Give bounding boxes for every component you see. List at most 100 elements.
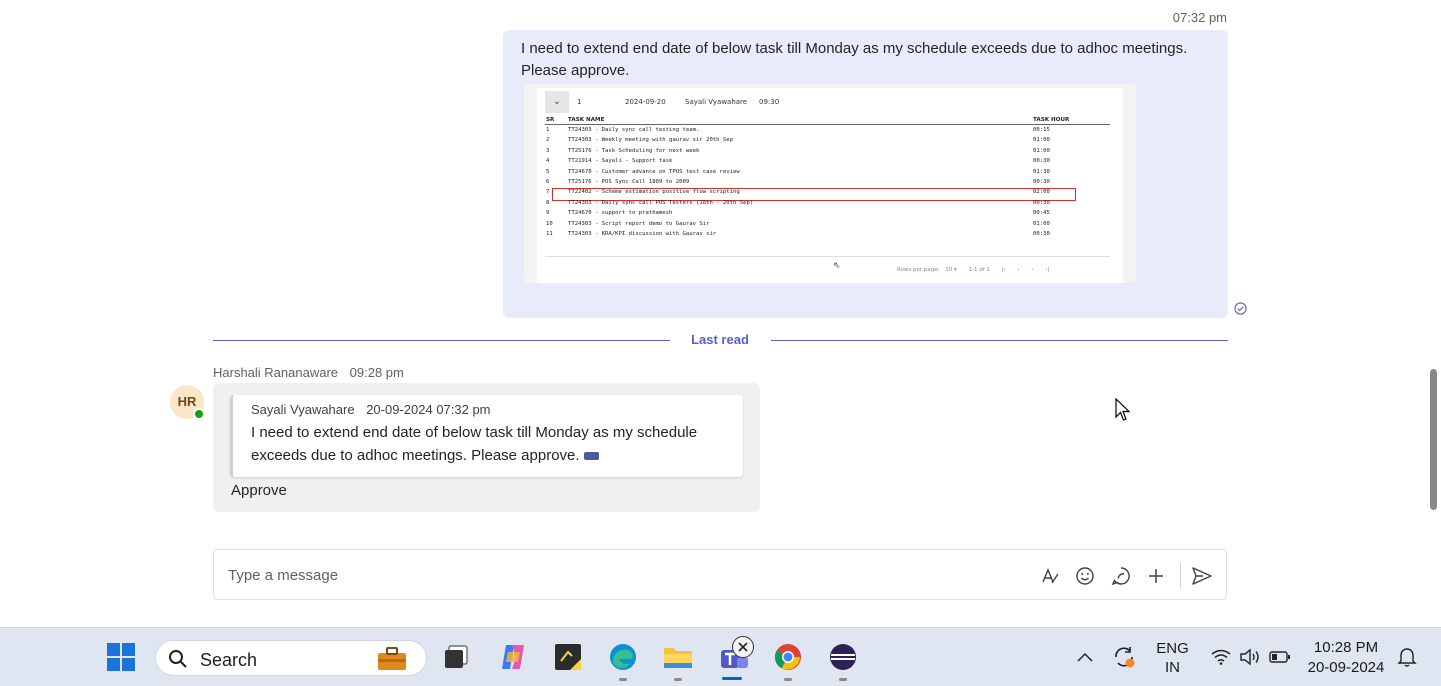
clock[interactable]: 10:28 PM 20-09-2024 bbox=[1306, 638, 1386, 678]
row-task: TT24303 - Daily sync call POS Testers (1… bbox=[568, 199, 754, 206]
row-sr: 6 bbox=[546, 178, 550, 185]
screenshot-header-hours: 09:30 bbox=[759, 98, 780, 106]
chrome-icon[interactable] bbox=[771, 640, 805, 674]
read-receipt-icon bbox=[1234, 302, 1247, 315]
row-hour: 01:00 bbox=[1033, 147, 1050, 154]
row-task: TT24670 - support to prathamesh bbox=[568, 210, 673, 217]
send-icon[interactable] bbox=[1190, 564, 1214, 588]
notification-bell-icon[interactable] bbox=[1390, 640, 1424, 674]
table-row-highlighted: 7 TT22402 - Scheme estimation positive fl… bbox=[545, 187, 1110, 202]
format-icon[interactable] bbox=[1038, 564, 1062, 588]
row-task: TT24303 - Weekly meeting with gaurav sir… bbox=[568, 137, 734, 144]
row-hour: 00:30 bbox=[1033, 158, 1050, 165]
task-table: SR TASK NAME TASK HOUR 1 TT24303 - Daily … bbox=[545, 117, 1110, 239]
row-sr: 1 bbox=[546, 127, 550, 133]
sync-icon[interactable] bbox=[1107, 640, 1141, 674]
emoji-icon[interactable] bbox=[1073, 564, 1097, 588]
composer-separator bbox=[1180, 563, 1181, 588]
last-read-line-right bbox=[771, 340, 1228, 341]
show-hidden-icons-chevron-up-icon[interactable] bbox=[1068, 640, 1102, 674]
row-task: TT24303 - Script report demo to Gaurav S… bbox=[568, 220, 710, 227]
row-task: TT24303 - Daily sync call testing team. bbox=[568, 127, 700, 133]
search-icon bbox=[169, 650, 187, 668]
row-hour: 01:00 bbox=[1033, 137, 1050, 144]
chat-scrollbar[interactable] bbox=[1430, 369, 1437, 510]
add-icon[interactable] bbox=[1144, 564, 1168, 588]
row-sr: 3 bbox=[546, 147, 550, 154]
taskbar-search-box[interactable]: Search bbox=[155, 640, 427, 676]
own-message-line-2: Please approve. bbox=[521, 62, 630, 79]
screenshot-cursor-icon: ⇖ bbox=[833, 260, 841, 270]
close-preview-icon[interactable] bbox=[732, 636, 754, 658]
row-task: TT22402 - Scheme estimation positive flo… bbox=[568, 189, 740, 196]
pagination-footer: Rows per page: 10 ▾ 1-1 of 1 |‹ ‹ › ›| bbox=[897, 267, 1107, 273]
taskbar: Search ENG IN 10:28 PM 20-09-2024 bbox=[0, 627, 1441, 686]
file-explorer-icon[interactable] bbox=[661, 640, 695, 674]
table-row: 1 TT24303 - Daily sync call testing team.… bbox=[545, 125, 1110, 135]
row-hour: 02:00 bbox=[1033, 189, 1050, 196]
reply-sender: Harshali Rananaware bbox=[213, 365, 339, 380]
reply-time: 09:28 pm bbox=[349, 365, 404, 380]
col-task-name: TASK NAME bbox=[568, 117, 605, 123]
row-task: TT25176 - POS Sync Call 1809 to 2009 bbox=[568, 178, 690, 185]
row-sr: 10 bbox=[546, 220, 553, 227]
row-task: TT21914 - Sayali - Support task bbox=[568, 158, 673, 165]
eclipse-icon[interactable] bbox=[826, 640, 860, 674]
quoted-message[interactable]: Sayali Vyawahare 20-09-2024 07:32 pm I n… bbox=[230, 395, 743, 477]
first-page-icon: |‹ bbox=[1001, 267, 1006, 273]
screenshot-header-name: Sayali Vyawahare bbox=[685, 98, 748, 106]
attached-screenshot[interactable]: ⌄ 1 2024-09-20 Sayali Vyawahare 09:30 SR… bbox=[524, 84, 1136, 283]
row-task: TT24303 - KRA/KPI discussion with Gaurav… bbox=[568, 230, 717, 237]
language-indicator[interactable]: ENG IN bbox=[1150, 639, 1195, 677]
battery-icon[interactable] bbox=[1263, 640, 1297, 674]
table-row: 10 TT24303 - Script report demo to Gaurav… bbox=[545, 219, 1110, 229]
screenshot-header-row: ⌄ 1 2024-09-20 Sayali Vyawahare 09:30 bbox=[545, 91, 1105, 113]
language-region: IN bbox=[1165, 659, 1180, 676]
chrome-running-indicator bbox=[784, 678, 792, 681]
rows-per-page-select: 10 ▾ bbox=[945, 267, 957, 273]
quoted-text: I need to extend end date of below task … bbox=[251, 424, 698, 464]
quoted-meta: Sayali Vyawahare 20-09-2024 07:32 pm bbox=[251, 402, 743, 417]
reply-text: Approve bbox=[231, 482, 287, 499]
row-sr: 9 bbox=[546, 210, 550, 217]
last-page-icon: ›| bbox=[1045, 267, 1050, 273]
clock-time: 10:28 PM bbox=[1313, 639, 1379, 656]
table-row: 6 TT25176 - POS Sync Call 1809 to 2009 00:… bbox=[545, 177, 1110, 187]
quoted-sender: Sayali Vyawahare bbox=[251, 402, 355, 417]
screenshot-divider bbox=[545, 256, 1110, 257]
row-task: TT25176 - Task Scheduling for next week bbox=[568, 147, 700, 154]
edge-icon[interactable] bbox=[606, 640, 640, 674]
screenshot-content: ⌄ 1 2024-09-20 Sayali Vyawahare 09:30 SR… bbox=[537, 88, 1123, 283]
volume-icon[interactable] bbox=[1233, 640, 1267, 674]
table-row: 9 TT24670 - support to prathamesh 00:45 bbox=[545, 208, 1110, 218]
task-view-icon[interactable] bbox=[439, 640, 473, 674]
teams-active-indicator bbox=[722, 677, 742, 680]
image-attachment-icon bbox=[583, 452, 599, 461]
quoted-text-wrap: I need to extend end date of below task … bbox=[251, 421, 731, 467]
loop-icon[interactable] bbox=[1109, 564, 1133, 588]
row-hour: 00:30 bbox=[1033, 199, 1050, 206]
row-hour: 00:30 bbox=[1033, 230, 1050, 237]
row-sr: 5 bbox=[546, 168, 550, 175]
explorer-running-indicator bbox=[674, 678, 682, 681]
mouse-pointer-icon bbox=[1115, 398, 1131, 421]
row-task: TT24670 - Customer advance on TPOS test … bbox=[568, 168, 740, 175]
own-message-time: 07:32 pm bbox=[1172, 10, 1227, 25]
message-input[interactable] bbox=[228, 564, 1008, 586]
reply-message-bubble[interactable]: Sayali Vyawahare 20-09-2024 07:32 pm I n… bbox=[213, 383, 760, 512]
col-sr: SR bbox=[546, 117, 555, 123]
next-page-icon: › bbox=[1031, 267, 1034, 273]
start-windows-icon[interactable] bbox=[104, 640, 138, 674]
row-hour: 00:45 bbox=[1033, 210, 1050, 217]
own-message-text: I need to extend end date of below task … bbox=[521, 38, 1210, 82]
table-row: 11 TT24303 - KRA/KPI discussion with Gaur… bbox=[545, 229, 1110, 239]
quoted-timestamp: 20-09-2024 07:32 pm bbox=[366, 402, 491, 417]
reply-meta: Harshali Rananaware 09:28 pm bbox=[213, 365, 404, 380]
eclipse-running-indicator bbox=[839, 678, 847, 681]
table-row: 3 TT25176 - Task Scheduling for next week… bbox=[545, 146, 1110, 156]
own-message-bubble[interactable]: I need to extend end date of below task … bbox=[503, 30, 1228, 318]
task-table-header: SR TASK NAME TASK HOUR bbox=[545, 117, 1110, 125]
row-sr: 4 bbox=[546, 158, 550, 165]
copilot-icon[interactable] bbox=[496, 640, 530, 674]
sticky-notes-icon[interactable] bbox=[551, 640, 585, 674]
